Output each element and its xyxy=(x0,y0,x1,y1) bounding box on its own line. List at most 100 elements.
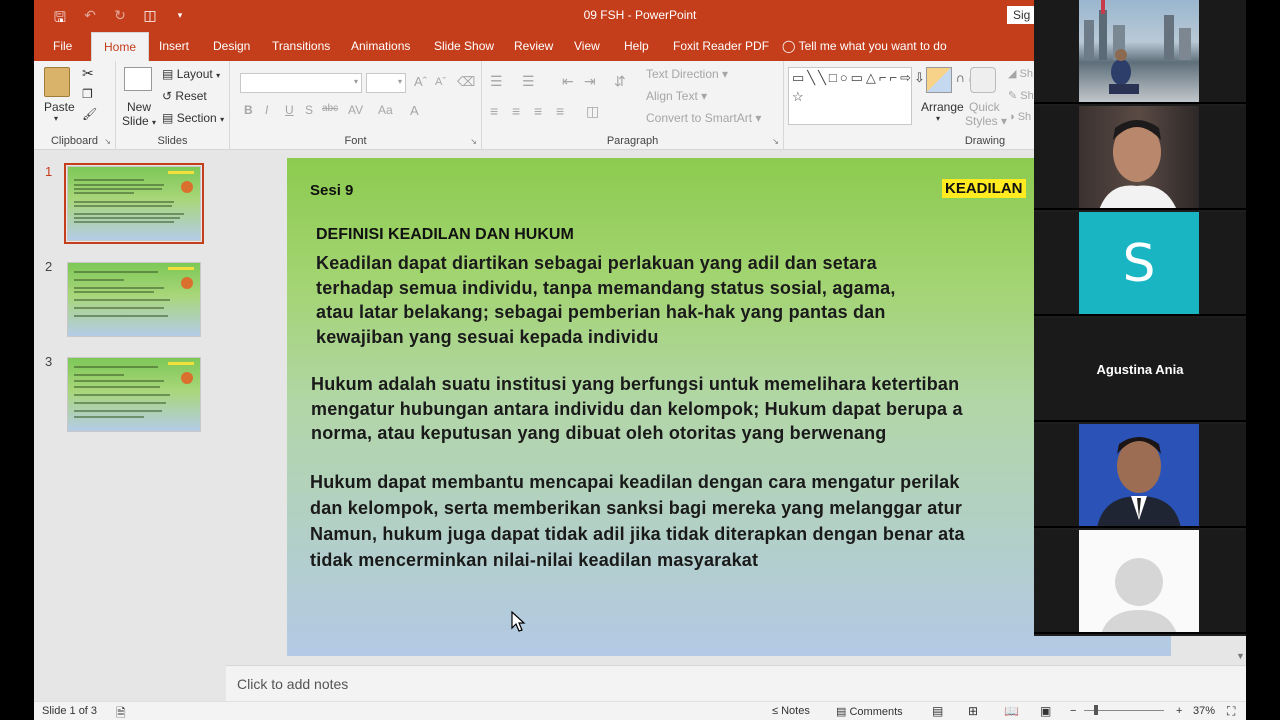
convert-smartart-button[interactable]: Convert to SmartArt ▾ xyxy=(646,111,761,125)
participant-tile[interactable] xyxy=(1034,424,1246,528)
align-right-icon[interactable]: ≡ xyxy=(534,103,542,119)
tab-view[interactable]: View xyxy=(574,39,600,53)
fit-slide-icon[interactable]: ⛶ xyxy=(1227,704,1235,719)
undo-icon[interactable]: ↶ xyxy=(82,7,98,31)
tab-home[interactable]: Home xyxy=(91,32,150,61)
tab-transitions[interactable]: Transitions xyxy=(272,39,330,53)
align-text-button[interactable]: Align Text ▾ xyxy=(646,89,707,103)
shape-outline-icon[interactable]: ✎ Sh xyxy=(1008,89,1034,102)
change-case-icon[interactable]: Aa xyxy=(378,103,393,117)
italic-button[interactable]: I xyxy=(265,103,268,117)
decrease-font-icon[interactable]: Aˇ xyxy=(435,76,446,88)
scroll-down-icon[interactable]: ▼ xyxy=(1236,651,1245,661)
copy-icon[interactable]: ❐ xyxy=(82,87,93,101)
line-spacing-icon[interactable]: ⇵ xyxy=(614,73,626,90)
paste-button[interactable]: Paste xyxy=(44,100,75,114)
tell-me-search[interactable]: ◯ Tell me what you want to do xyxy=(782,39,947,53)
tab-design[interactable]: Design xyxy=(213,39,250,53)
font-size-combo[interactable]: ▾ xyxy=(366,73,406,93)
slide-heading[interactable]: DEFINISI KEADILAN DAN HUKUM xyxy=(316,226,574,244)
normal-view-icon[interactable]: ▤ xyxy=(932,704,943,718)
bullets-icon[interactable]: ☰ xyxy=(490,73,503,90)
tab-slide-show[interactable]: Slide Show xyxy=(434,39,494,53)
tab-foxit-reader-pdf[interactable]: Foxit Reader PDF xyxy=(673,39,769,53)
quick-styles-button[interactable]: Quick xyxy=(969,100,1000,114)
slide-thumbnail-3[interactable] xyxy=(67,357,201,432)
arrange-icon[interactable] xyxy=(926,67,952,93)
thumb-number: 3 xyxy=(45,354,53,369)
redo-icon[interactable]: ↻ xyxy=(112,7,128,31)
shape-fill-icon[interactable]: ◢ Sh xyxy=(1008,67,1033,80)
cut-icon[interactable]: ✂ xyxy=(82,65,94,82)
justify-icon[interactable]: ≡ xyxy=(556,103,564,119)
participant-tile[interactable] xyxy=(1034,530,1246,634)
notes-pane[interactable]: Click to add notes xyxy=(226,665,1246,701)
notes-toggle-button[interactable]: ≤ Notes xyxy=(772,705,810,717)
clear-formatting-icon[interactable]: ⌫ xyxy=(457,74,475,90)
font-launcher-icon[interactable]: ↘ xyxy=(470,137,477,146)
tab-insert[interactable]: Insert xyxy=(159,39,189,53)
participant-tile[interactable] xyxy=(1034,0,1246,104)
underline-button[interactable]: U xyxy=(285,103,294,117)
paragraph-hukum-keadilan[interactable]: Hukum dapat membantu mencapai keadilan d… xyxy=(310,469,965,573)
paragraph-keadilan[interactable]: Keadilan dapat diartikan sebagai perlaku… xyxy=(316,251,896,349)
shadow-button[interactable]: S xyxy=(305,103,313,117)
slide-title-badge[interactable]: KEADILAN xyxy=(942,179,1026,198)
layout-button[interactable]: ▤ Layout ▾ xyxy=(162,67,220,81)
reset-button[interactable]: ↺ Reset xyxy=(162,89,207,103)
slide-thumbnail-2[interactable] xyxy=(67,262,201,337)
participant-tile[interactable]: Agustina Ania xyxy=(1034,318,1246,422)
decrease-indent-icon[interactable]: ⇤ xyxy=(562,73,574,90)
participant-tile[interactable]: S xyxy=(1034,212,1246,316)
zoom-in-icon[interactable]: + xyxy=(1176,705,1182,717)
numbering-icon[interactable]: ☰ xyxy=(522,73,535,90)
slide-sorter-icon[interactable]: ⊞ xyxy=(968,704,978,718)
slideshow-view-icon[interactable]: ▣ xyxy=(1040,704,1051,718)
new-slide-icon[interactable] xyxy=(124,67,152,91)
save-icon[interactable]: 🖫 xyxy=(52,7,68,31)
present-from-start-icon[interactable]: ◫ xyxy=(142,7,158,31)
columns-icon[interactable]: ◫ xyxy=(586,103,599,120)
tab-file[interactable]: File xyxy=(53,39,72,53)
new-slide-button-line2[interactable]: Slide ▾ xyxy=(122,114,156,128)
paragraph-hukum[interactable]: Hukum adalah suatu institusi yang berfun… xyxy=(311,372,963,446)
align-left-icon[interactable]: ≡ xyxy=(490,103,498,119)
quick-styles-icon[interactable] xyxy=(970,67,996,93)
strikethrough-button[interactable]: abc xyxy=(322,103,338,114)
session-label[interactable]: Sesi 9 xyxy=(310,182,353,199)
tab-help[interactable]: Help xyxy=(624,39,649,53)
new-slide-button[interactable]: New xyxy=(127,100,151,114)
paste-icon[interactable] xyxy=(44,67,70,97)
increase-indent-icon[interactable]: ⇥ xyxy=(584,73,596,90)
sign-in-button[interactable]: Sig xyxy=(1007,6,1037,24)
zoom-level[interactable]: 37% xyxy=(1193,705,1215,717)
clipboard-launcher-icon[interactable]: ↘ xyxy=(104,137,111,146)
zoom-out-icon[interactable]: − xyxy=(1070,705,1076,717)
reading-view-icon[interactable]: 📖 xyxy=(1004,704,1019,718)
participant-placeholder-avatar xyxy=(1079,530,1199,632)
customize-toolbar-icon[interactable]: ▾ xyxy=(172,7,188,31)
shape-effects-icon[interactable]: ◑ Sh xyxy=(1008,111,1031,123)
notes-icon: ≤ xyxy=(772,705,779,717)
section-button[interactable]: ▤ Section ▾ xyxy=(162,111,224,125)
tab-review[interactable]: Review xyxy=(514,39,553,53)
tab-animations[interactable]: Animations xyxy=(351,39,410,53)
font-name-combo[interactable]: ▾ xyxy=(240,73,362,93)
shapes-gallery[interactable]: ▭╲╲□○▭△⌐⌐⇨⇩⇨↘∩∩{}☆ xyxy=(788,67,992,125)
participant-tile[interactable] xyxy=(1034,106,1246,210)
comments-toggle-button[interactable]: ▤ Comments xyxy=(836,705,903,718)
align-center-icon[interactable]: ≡ xyxy=(512,103,520,119)
increase-font-icon[interactable]: Aˆ xyxy=(414,74,427,89)
arrange-dropdown-icon[interactable]: ▾ xyxy=(936,114,940,123)
text-direction-button[interactable]: Text Direction ▾ xyxy=(646,67,728,81)
font-color-icon[interactable]: A xyxy=(410,103,419,118)
paste-dropdown-icon[interactable]: ▾ xyxy=(54,114,58,123)
quick-styles-button-line2[interactable]: Styles ▾ xyxy=(965,114,1007,128)
accessibility-icon[interactable]: 🗎 xyxy=(116,704,126,720)
arrange-button[interactable]: Arrange xyxy=(921,100,964,114)
slide-thumbnail-1[interactable] xyxy=(64,163,204,244)
bold-button[interactable]: B xyxy=(244,103,253,117)
character-spacing-icon[interactable]: AV xyxy=(348,103,363,117)
zoom-slider-thumb[interactable] xyxy=(1094,705,1098,715)
format-painter-icon[interactable]: 🖌 xyxy=(82,107,97,121)
